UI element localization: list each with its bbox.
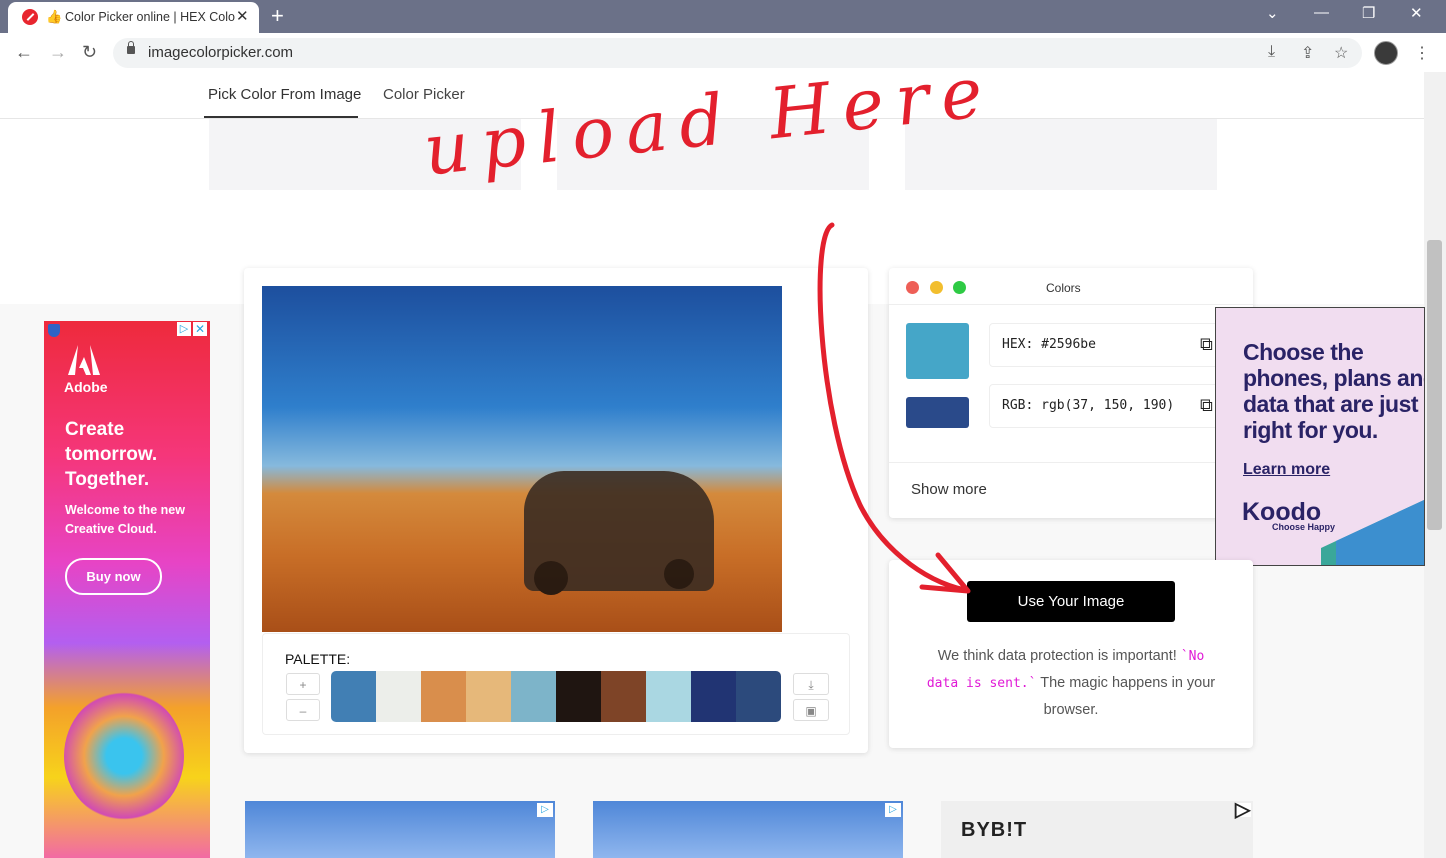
privacy-text-end: The magic happens in your browser. (1040, 675, 1216, 718)
reload-icon[interactable]: ↻ (82, 42, 97, 63)
ad-brand: Adobe (64, 379, 108, 395)
download-palette-icon[interactable]: ⤓ (793, 673, 829, 695)
colors-title: Colors (1046, 281, 1081, 295)
browser-tab[interactable]: 👍 Color Picker online | HEX Color ✕ (8, 2, 259, 33)
profile-avatar[interactable] (1374, 41, 1398, 65)
scrollbar-thumb[interactable] (1427, 240, 1442, 530)
palette-swatch[interactable] (691, 671, 736, 722)
url-text[interactable]: imagecolorpicker.com (148, 44, 293, 61)
share-icon[interactable]: ⇪ (1301, 43, 1314, 63)
privacy-text-start: We think data protection is important! (937, 648, 1177, 664)
adchoices-icon[interactable]: ▷ (177, 322, 191, 336)
adobe-ad-banner[interactable]: ▷ ✕ Adobe Create tomorrow. Together. Wel… (44, 321, 210, 858)
maximize-icon[interactable]: ❐ (1362, 4, 1375, 22)
koodo-ad-banner[interactable]: Choose the phones, plans and data that a… (1215, 307, 1425, 566)
save-palette-icon[interactable]: ▣ (793, 699, 829, 721)
palette-swatch[interactable] (601, 671, 646, 722)
ad-close-icon[interactable]: ✕ (193, 322, 207, 336)
minimize-icon[interactable]: — (1314, 4, 1329, 21)
address-bar[interactable]: imagecolorpicker.com (113, 38, 1362, 68)
palette-label: PALETTE: (285, 651, 351, 667)
privacy-note: We think data protection is important! `… (924, 643, 1218, 723)
adchoices-icon[interactable]: ▷ (885, 803, 901, 817)
bybit-ad[interactable]: BYB!T ▷ (941, 800, 1253, 858)
palette-swatch[interactable] (736, 671, 781, 722)
tab-color-picker[interactable]: Color Picker (383, 86, 465, 103)
window-close-icon[interactable]: ✕ (1410, 4, 1423, 22)
forward-icon[interactable]: → (49, 42, 67, 63)
site-favicon-icon (22, 9, 38, 25)
palette-swatch[interactable] (331, 671, 376, 722)
lock-icon (127, 41, 135, 54)
palette-swatch[interactable] (376, 671, 421, 722)
ad-artwork (64, 691, 184, 821)
ad-headline: Create tomorrow. Together. (65, 419, 158, 490)
zoom-out-button[interactable]: – (286, 699, 320, 721)
rgb-value: RGB: rgb(37, 150, 190) (1002, 398, 1175, 413)
annotation-arrow-icon (817, 222, 971, 594)
koodo-ad-headline: Choose the phones, plans and data that a… (1243, 339, 1425, 443)
new-tab-button[interactable]: + (271, 3, 284, 29)
ad-wave-shape (1336, 485, 1424, 565)
copy-rgb-icon[interactable]: ⧉ (1200, 385, 1213, 427)
active-tab-indicator (204, 116, 358, 118)
hex-value: HEX: #2596be (1002, 337, 1096, 352)
copy-hex-icon[interactable]: ⧉ (1200, 324, 1213, 366)
back-icon[interactable]: ← (15, 42, 33, 63)
palette-swatch[interactable] (421, 671, 466, 722)
menu-icon[interactable]: ⋮ (1414, 43, 1430, 63)
rgb-value-field[interactable]: RGB: rgb(37, 150, 190) ⧉ (989, 384, 1219, 428)
sample-photo[interactable] (262, 286, 782, 632)
palette-swatch[interactable] (466, 671, 511, 722)
palette-swatch[interactable] (646, 671, 691, 722)
ad-shield-icon (48, 324, 60, 337)
palette-swatches (331, 671, 781, 722)
learn-more-link[interactable]: Learn more (1243, 461, 1330, 479)
buy-now-button[interactable]: Buy now (65, 558, 162, 595)
thumbs-up-icon: 👍 (46, 9, 63, 24)
tab-pick-color-from-image[interactable]: Pick Color From Image (208, 86, 361, 103)
tab-close-icon[interactable]: ✕ (236, 7, 249, 25)
adobe-logo-icon (68, 345, 100, 375)
palette-swatch[interactable] (511, 671, 556, 722)
adchoices-icon[interactable]: ▷ (1235, 800, 1251, 820)
zoom-in-button[interactable]: + (286, 673, 320, 695)
bottom-ad[interactable]: ▷ (593, 801, 903, 858)
tab-search-icon[interactable]: ⌄ (1266, 4, 1279, 22)
tab-title: Color Picker online | HEX Color (65, 10, 235, 24)
ad-subtext: Welcome to the new Creative Cloud. (65, 503, 185, 536)
palette-swatch[interactable] (556, 671, 601, 722)
adchoices-icon[interactable]: ▷ (537, 803, 553, 817)
install-icon[interactable]: ⤓ (1268, 43, 1275, 61)
hex-value-field[interactable]: HEX: #2596be ⧉ (989, 323, 1219, 367)
bookmark-star-icon[interactable]: ☆ (1334, 43, 1348, 63)
abandoned-car-shape (524, 471, 714, 595)
bybit-logo: BYB!T (961, 819, 1028, 841)
koodo-tagline: Choose Happy (1272, 522, 1336, 532)
bottom-ad[interactable]: ▷ (245, 801, 555, 858)
